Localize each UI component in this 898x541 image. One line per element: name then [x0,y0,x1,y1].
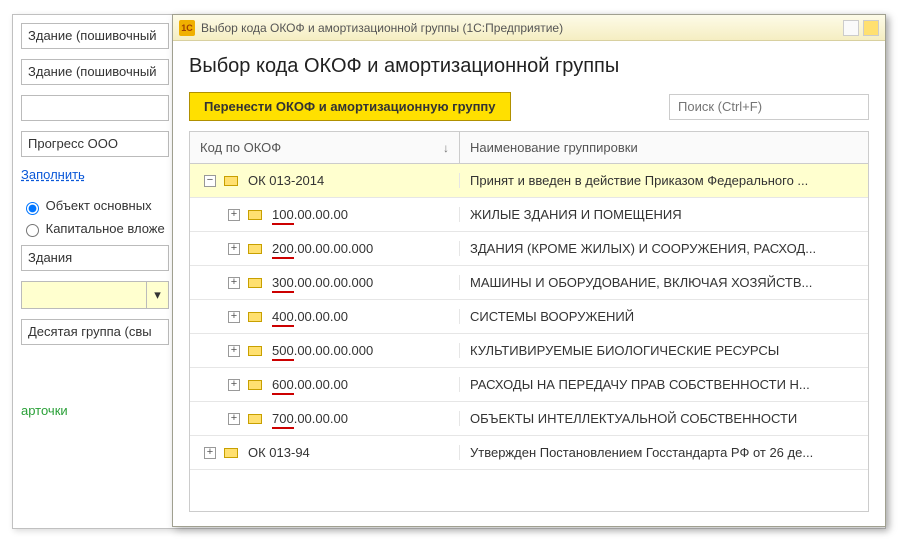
field-empty[interactable] [21,95,169,121]
col-header-code-label: Код по ОКОФ [200,140,281,155]
radio-main-asset-label: Объект основных [46,198,152,213]
dialog-toolbar: Перенести ОКОФ и амортизационную группу [189,92,869,121]
code-text: 400.00.00.00 [272,309,348,324]
expand-icon[interactable]: + [228,311,240,323]
dialog-heading: Выбор кода ОКОФ и амортизационной группы [189,55,869,78]
table-row[interactable]: +500.00.00.00.000КУЛЬТИВИРУЕМЫЕ БИОЛОГИЧ… [190,334,868,368]
transfer-button[interactable]: Перенести ОКОФ и амортизационную группу [189,92,511,121]
cell-code: +400.00.00.00 [190,309,460,324]
expand-icon[interactable]: + [228,277,240,289]
folder-icon [224,448,238,458]
table-body: − ОК 013-2014 Принят и введен в действие П… [190,164,868,470]
expand-icon[interactable]: + [228,345,240,357]
folder-icon [224,176,238,186]
chevron-down-icon[interactable]: ▾ [146,282,168,308]
cell-name: Утвержден Постановлением Госстандарта РФ… [460,445,868,460]
cell-code: − ОК 013-2014 [190,173,460,188]
table-row[interactable]: + ОК 013-94 Утвержден Постановлением Госст… [190,436,868,470]
table-row[interactable]: +600.00.00.00РАСХОДЫ НА ПЕРЕДАЧУ ПРАВ СО… [190,368,868,402]
table-row[interactable]: +200.00.00.00.000ЗДАНИЯ (КРОМЕ ЖИЛЫХ) И … [190,232,868,266]
fill-link[interactable]: Заполнить [21,167,85,182]
folder-icon [248,278,262,288]
table-row[interactable]: +300.00.00.00.000МАШИНЫ И ОБОРУДОВАНИЕ, … [190,266,868,300]
folder-icon [248,210,262,220]
folder-icon [248,380,262,390]
cards-label-partial: арточки [21,403,169,418]
expand-icon[interactable]: + [204,447,216,459]
okof-dropdown[interactable]: ▾ [21,281,169,309]
titlebar[interactable]: 1C Выбор кода ОКОФ и амортизационной гру… [173,15,885,41]
expand-icon[interactable]: + [228,413,240,425]
cell-name: ЗДАНИЯ (КРОМЕ ЖИЛЫХ) И СООРУЖЕНИЯ, РАСХО… [460,241,868,256]
cell-code: +200.00.00.00.000 [190,241,460,256]
code-text: 100.00.00.00 [272,207,348,222]
code-text: ОК 013-94 [248,445,310,460]
cell-name: ОБЪЕКТЫ ИНТЕЛЛЕКТУАЛЬНОЙ СОБСТВЕННОСТИ [460,411,868,426]
field-building-1[interactable]: Здание (пошивочный [21,23,169,49]
folder-icon [248,346,262,356]
code-text: 600.00.00.00 [272,377,348,392]
field-org[interactable]: Прогресс ООО [21,131,169,157]
cell-name: ЖИЛЫЕ ЗДАНИЯ И ПОМЕЩЕНИЯ [460,207,868,222]
code-text: 700.00.00.00 [272,411,348,426]
cell-code: +700.00.00.00 [190,411,460,426]
folder-icon [248,244,262,254]
table-row[interactable]: +700.00.00.00ОБЪЕКТЫ ИНТЕЛЛЕКТУАЛЬНОЙ СО… [190,402,868,436]
expand-icon[interactable]: + [228,379,240,391]
cell-name: МАШИНЫ И ОБОРУДОВАНИЕ, ВКЛЮЧАЯ ХОЗЯЙСТВ.… [460,275,868,290]
table-row[interactable]: +100.00.00.00ЖИЛЫЕ ЗДАНИЯ И ПОМЕЩЕНИЯ [190,198,868,232]
cell-name: Принят и введен в действие Приказом Феде… [460,173,868,188]
table-header: Код по ОКОФ ↓ Наименование группировки [190,132,868,164]
folder-icon [248,414,262,424]
cell-name: РАСХОДЫ НА ПЕРЕДАЧУ ПРАВ СОБСТВЕННОСТИ Н… [460,377,868,392]
folder-icon [248,312,262,322]
cell-code: +600.00.00.00 [190,377,460,392]
field-group[interactable]: Десятая группа (свы [21,319,169,345]
code-text: 500.00.00.00.000 [272,343,373,358]
code-text: ОК 013-2014 [248,173,324,188]
sort-asc-icon[interactable]: ↓ [443,141,449,155]
expand-icon[interactable]: + [228,209,240,221]
cell-name: СИСТЕМЫ ВООРУЖЕНИЙ [460,309,868,324]
okof-picker-dialog: 1C Выбор кода ОКОФ и амортизационной гру… [172,14,886,527]
field-building-2[interactable]: Здание (пошивочный [21,59,169,85]
collapse-icon[interactable]: − [204,175,216,187]
radio-capital-label: Капитальное вложе [46,221,165,236]
col-header-code[interactable]: Код по ОКОФ ↓ [190,132,460,163]
background-form: Здание (пошивочный Здание (пошивочный Пр… [13,15,177,426]
field-buildings[interactable]: Здания [21,245,169,271]
code-text: 200.00.00.00.000 [272,241,373,256]
titlebar-text: Выбор кода ОКОФ и амортизационной группы… [201,21,563,35]
okof-tree-table: Код по ОКОФ ↓ Наименование группировки −… [189,131,869,512]
titlebar-action-1-icon[interactable] [843,20,859,36]
cell-code: +100.00.00.00 [190,207,460,222]
cell-code: +300.00.00.00.000 [190,275,460,290]
search-input[interactable] [669,94,869,120]
table-row[interactable]: +400.00.00.00СИСТЕМЫ ВООРУЖЕНИЙ [190,300,868,334]
titlebar-action-2-icon[interactable] [863,20,879,36]
col-header-name[interactable]: Наименование группировки [460,132,868,163]
expand-icon[interactable]: + [228,243,240,255]
radio-main-asset-input[interactable] [26,202,39,215]
code-text: 300.00.00.00.000 [272,275,373,290]
app-1c-icon: 1C [179,20,195,36]
radio-capital-input[interactable] [26,224,39,237]
dialog-body: Выбор кода ОКОФ и амортизационной группы… [173,41,885,526]
cell-code: +500.00.00.00.000 [190,343,460,358]
radio-capital[interactable]: Капитальное вложе [21,221,169,238]
cell-name: КУЛЬТИВИРУЕМЫЕ БИОЛОГИЧЕСКИЕ РЕСУРСЫ [460,343,868,358]
radio-main-asset[interactable]: Объект основных [21,198,169,215]
table-row[interactable]: − ОК 013-2014 Принят и введен в действие П… [190,164,868,198]
cell-code: + ОК 013-94 [190,445,460,460]
